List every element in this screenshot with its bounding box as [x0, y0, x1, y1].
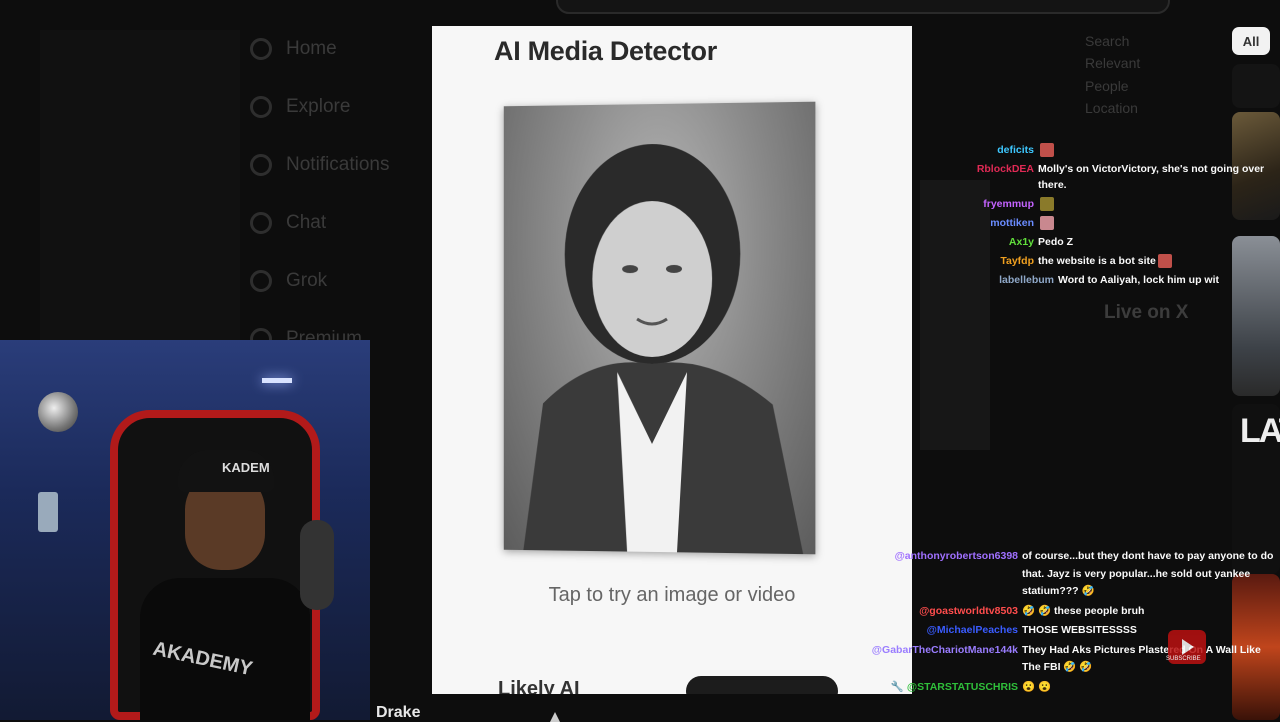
chat-username: RblockDEA [976, 163, 1034, 175]
chat-message: mottiken [960, 215, 1280, 231]
nav-label: Notifications [286, 154, 390, 175]
nav-label: Home [286, 38, 337, 59]
thumbnail[interactable] [1232, 64, 1280, 108]
chat-text: the website is a bot site [1038, 255, 1156, 267]
chat-text: 🤣 🤣 these people bruh [1022, 604, 1145, 617]
shirt-text: AKADEMY [150, 637, 255, 681]
right-column-item: Relevant [1085, 55, 1141, 72]
chat-overlay-top: deficits RblockDEA Molly's on VictorVicto… [960, 142, 1280, 291]
chat-text: Pedo Z [1038, 236, 1074, 248]
video-caption: Drake [376, 704, 421, 721]
chat-message: fryemmup [960, 196, 1280, 212]
webcam-overlay: KADEM AKADEMY [0, 340, 370, 720]
chat-icon [250, 212, 272, 234]
chat-text: the website is a bot site [1038, 253, 1280, 269]
chat-username: labellebum [999, 274, 1054, 286]
chat-text [1038, 142, 1280, 158]
chat-text [1038, 215, 1280, 231]
upload-hint[interactable]: Tap to try an image or video [432, 584, 912, 607]
right-column-item: People [1085, 77, 1129, 94]
page-title: AI Media Detector [494, 36, 717, 66]
chat-text: of course...but they dont have to pay an… [1022, 550, 1274, 597]
chat-username: 🔧 @STARSTATUSCHRIS [890, 680, 1018, 693]
streamer: KADEM AKADEMY [140, 450, 310, 720]
emote-icon [1040, 197, 1054, 212]
grok-icon [250, 270, 272, 292]
cap-text: KADEM [222, 460, 270, 475]
chat-username: mottiken [990, 217, 1034, 229]
disco-ball [38, 392, 78, 432]
chat-message: 🔧 @STARSTATUSCHRIS 😮 😮 [850, 679, 1280, 697]
background-nav: Home Explore Notifications Chat Grok Pre… [250, 20, 430, 368]
cup [38, 492, 58, 532]
chat-username: Ax1y [1008, 236, 1034, 248]
background-nav-item: Grok [250, 252, 430, 310]
live-heading: Live on X [1104, 302, 1189, 323]
background-nav-item: Home [250, 20, 430, 78]
chat-message: labellebum Word to Aaliyah, lock him up w… [980, 272, 1280, 288]
emote-icon [1157, 254, 1172, 269]
light-bar [262, 378, 292, 383]
chat-message: @anthonyrobertson6398 of course...but the… [850, 548, 1280, 601]
chat-message: deficits [960, 142, 1280, 158]
bell-icon [250, 154, 272, 176]
chat-username: Tayfdp [1000, 255, 1034, 267]
chat-overlay-bottom: @anthonyrobertson6398 of course...but the… [850, 548, 1280, 698]
ai-media-detector-card: AI Media Detector Tap to try an image or… [432, 26, 912, 694]
chat-username: fryemmup [983, 198, 1034, 210]
action-button[interactable] [686, 676, 838, 694]
chat-text: Molly's on VictorVictory, she's not goin… [1038, 163, 1265, 191]
streamer-body: AKADEMY [140, 578, 310, 720]
chat-username: @goastworldtv8503 [919, 604, 1018, 617]
chat-text: 😮 😮 [1022, 680, 1052, 693]
portrait-illustration [523, 143, 804, 555]
background-nav-item: Chat [250, 194, 430, 252]
chat-text: THOSE WEBSITESSSS [1022, 624, 1137, 636]
right-column-item: Location [1085, 100, 1138, 117]
filter-all-chip[interactable]: All [1232, 27, 1270, 55]
background-left-panel [40, 30, 240, 340]
microphone [300, 520, 334, 610]
nav-label: Chat [286, 212, 327, 233]
chat-message: Tayfdp the website is a bot site [960, 253, 1280, 269]
cursor-icon [550, 712, 560, 722]
chat-username: @GabarTheChariotMane144k [871, 643, 1018, 656]
cap: KADEM [178, 450, 274, 492]
nav-label: Explore [286, 96, 351, 117]
background-search-bar [556, 0, 1170, 14]
right-column-item: Search [1085, 33, 1130, 49]
chat-text: Word to Aaliyah, lock him up wit [1058, 274, 1220, 286]
result-label: Likely AI [498, 678, 580, 694]
chat-username: deficits [997, 144, 1034, 156]
chat-message: Ax1y Pedo Z [960, 234, 1280, 250]
chat-username: @MichaelPeaches [926, 624, 1018, 636]
background-right-column: Search Relevant People Location [1085, 30, 1225, 120]
background-nav-item: Explore [250, 78, 430, 136]
subscribe-label: SUBSCRIBE [1166, 656, 1201, 662]
sample-portrait-image[interactable] [503, 101, 816, 555]
emote-icon [1040, 143, 1054, 158]
chat-message: @goastworldtv8503 🤣 🤣 these people bruh [850, 603, 1280, 621]
chat-message: RblockDEA Molly's on VictorVictory, she's… [960, 161, 1280, 193]
chat-message: @GabarTheChariotMane144k They Had Aks Pic… [850, 642, 1280, 677]
chat-text: They Had Aks Pictures Plastered On A Wal… [1022, 643, 1261, 674]
nav-label: Grok [286, 270, 328, 291]
background-nav-item: Notifications [250, 136, 430, 194]
home-icon [250, 38, 272, 60]
chat-text [1038, 196, 1280, 212]
chat-message: @MichaelPeaches THOSE WEBSITESSSS [850, 622, 1280, 640]
emote-icon [1040, 216, 1054, 231]
thumbnail-text: LAT [1240, 412, 1280, 450]
search-icon [250, 96, 272, 118]
chat-username: @anthonyrobertson6398 [894, 550, 1018, 562]
